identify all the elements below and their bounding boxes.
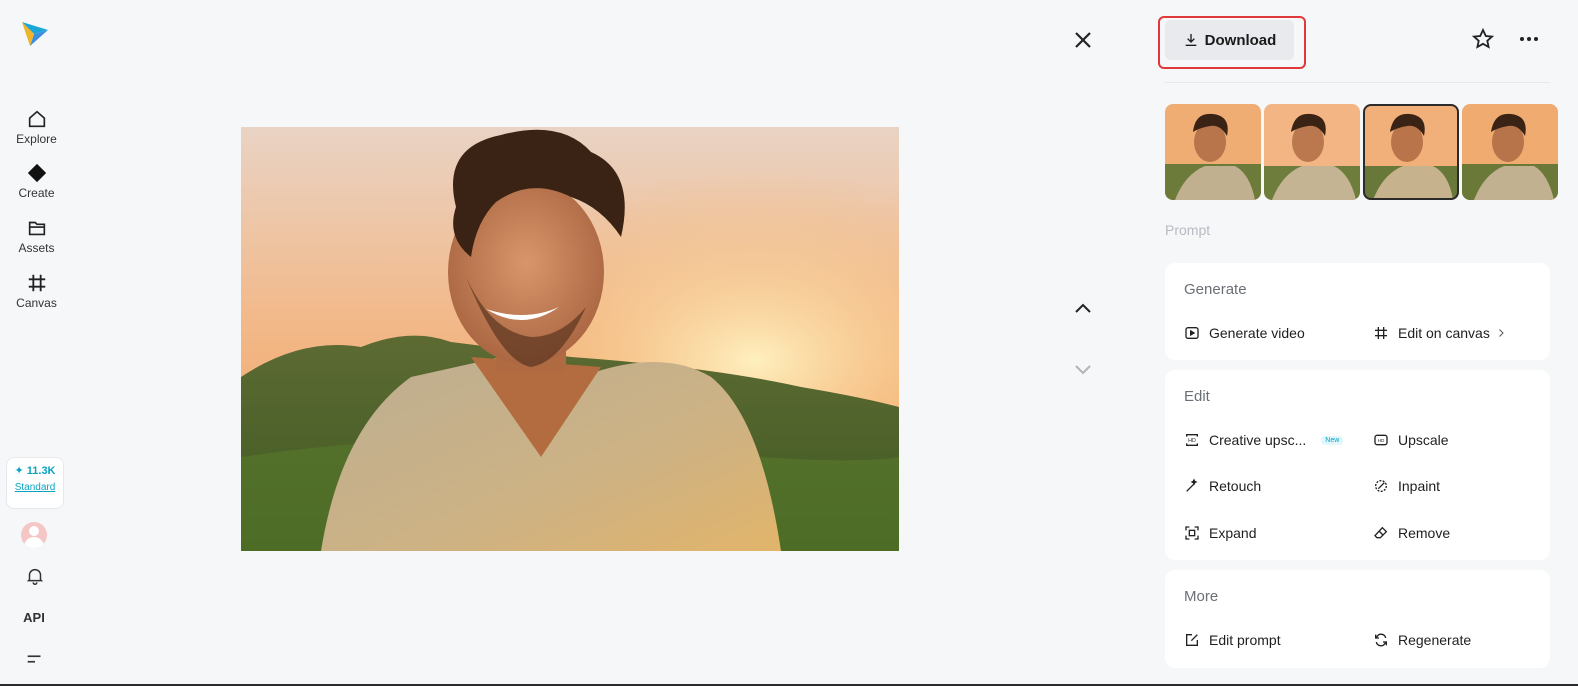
regenerate-label: Regenerate <box>1398 632 1472 648</box>
thumbnail-2[interactable] <box>1264 104 1360 200</box>
thumbnail-4[interactable] <box>1462 104 1558 200</box>
nav-assets[interactable]: Assets <box>0 217 73 255</box>
app-logo[interactable] <box>20 18 50 48</box>
download-label: Download <box>1204 31 1277 49</box>
sidebar: Explore Create Assets Canvas ✦ 11.3K Sta… <box>0 0 73 684</box>
upscale-button[interactable]: HD Upscale <box>1373 432 1449 448</box>
nav-create-label: Create <box>18 186 55 200</box>
edit-title: Edit <box>1184 388 1210 405</box>
svg-text:HD: HD <box>1188 438 1196 444</box>
folder-icon <box>28 221 45 236</box>
avatar[interactable] <box>21 522 47 548</box>
thumbnail-3[interactable] <box>1363 104 1459 200</box>
nav-create[interactable]: Create <box>0 162 73 200</box>
menu-icon[interactable] <box>24 648 46 670</box>
edit-card: Edit HD Creative upsc... New HD Upscale … <box>1165 370 1550 560</box>
divider <box>1165 82 1550 83</box>
creative-upscale-icon: HD <box>1186 434 1198 446</box>
chevron-right-icon <box>1498 329 1504 337</box>
nav-canvas-label: Canvas <box>16 296 57 310</box>
svg-text:HD: HD <box>1378 438 1385 443</box>
creative-upscale-button[interactable]: HD Creative upsc... New <box>1184 432 1344 448</box>
refresh-icon <box>1375 633 1387 647</box>
bell-icon[interactable] <box>24 565 46 587</box>
remove-button[interactable]: Remove <box>1373 525 1450 541</box>
download-icon <box>1185 34 1196 46</box>
nav-explore-label: Explore <box>16 132 57 146</box>
expand-label: Expand <box>1209 525 1257 541</box>
edit-on-canvas-button[interactable]: Edit on canvas <box>1373 325 1507 341</box>
more-card: More Edit prompt Regenerate <box>1165 570 1550 668</box>
diamond-icon <box>27 163 46 183</box>
nav-assets-label: Assets <box>18 241 55 255</box>
expand-icon <box>1185 526 1199 540</box>
inpaint-button[interactable]: Inpaint <box>1373 478 1440 494</box>
magic-wand-icon <box>1186 478 1198 492</box>
main-image <box>241 127 899 551</box>
generate-card: Generate Generate video Edit on canvas <box>1165 263 1550 360</box>
close-icon[interactable] <box>1071 28 1095 52</box>
plan-link[interactable]: Standard <box>7 482 63 493</box>
nav-canvas[interactable]: Canvas <box>0 272 73 310</box>
canvas-icon <box>1375 327 1387 339</box>
credits-amount: ✦ 11.3K <box>14 465 56 477</box>
edit-icon <box>1186 634 1198 646</box>
retouch-label: Retouch <box>1209 478 1262 494</box>
remove-label: Remove <box>1398 525 1451 541</box>
retouch-button[interactable]: Retouch <box>1184 478 1261 494</box>
eraser-icon <box>1374 526 1388 539</box>
video-icon <box>1185 327 1199 339</box>
hd-icon: HD <box>1374 434 1388 446</box>
nav-explore[interactable]: Explore <box>0 108 73 146</box>
star-icon[interactable] <box>1471 27 1495 51</box>
prompt-label: Prompt <box>1165 222 1211 238</box>
expand-button[interactable]: Expand <box>1184 525 1256 541</box>
home-icon <box>28 110 45 128</box>
chevron-up-icon[interactable] <box>1071 297 1095 321</box>
inpaint-label: Inpaint <box>1398 478 1441 494</box>
edit-on-canvas-label: Edit on canvas <box>1398 325 1490 341</box>
api-link[interactable]: API <box>0 610 68 625</box>
edit-prompt-button[interactable]: Edit prompt <box>1184 632 1281 648</box>
edit-prompt-label: Edit prompt <box>1209 632 1281 648</box>
chevron-down-icon[interactable] <box>1071 357 1095 381</box>
download-button[interactable]: Download <box>1165 20 1294 60</box>
more-title: More <box>1184 588 1219 605</box>
regenerate-button[interactable]: Regenerate <box>1373 632 1471 648</box>
generate-video-label: Generate video <box>1209 325 1305 341</box>
creative-upscale-label: Creative upsc... <box>1209 432 1307 448</box>
new-badge: New <box>1321 435 1344 445</box>
upscale-label: Upscale <box>1398 432 1449 448</box>
thumbnail-strip <box>1165 104 1558 200</box>
credits-badge[interactable]: ✦ 11.3K Standard <box>6 457 64 509</box>
generate-video-button[interactable]: Generate video <box>1184 325 1305 341</box>
more-icon[interactable] <box>1517 27 1541 51</box>
inpaint-icon <box>1375 480 1387 492</box>
canvas-icon <box>28 274 45 292</box>
generate-title: Generate <box>1184 281 1247 298</box>
thumbnail-1[interactable] <box>1165 104 1261 200</box>
